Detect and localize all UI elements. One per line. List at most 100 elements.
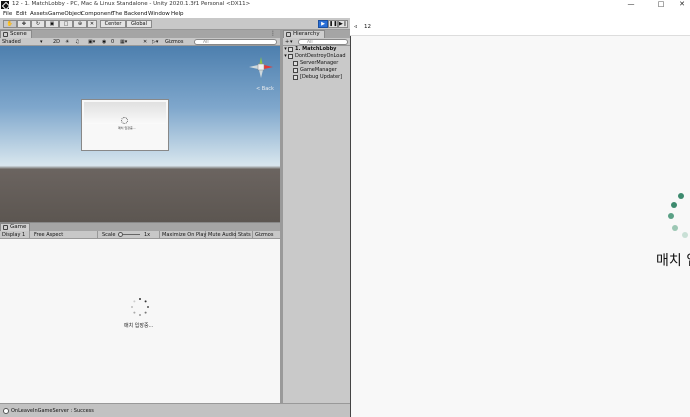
canvas-spinner-icon (121, 117, 128, 124)
menu-component[interactable]: Component (81, 10, 113, 18)
stats-toggle[interactable]: Stats (236, 231, 253, 239)
player-spinner-dot (671, 202, 677, 208)
hierarchy-icon (286, 32, 291, 37)
hidden-objects-icon[interactable]: ◉ (102, 38, 106, 46)
hierarchy-item-label: [Debug Updater] (300, 74, 343, 80)
menu-the-backend[interactable]: The Backend (112, 10, 148, 18)
transform-tool-button[interactable]: ⊕ (73, 20, 87, 28)
camera-icon[interactable]: ▷▾ (152, 38, 158, 46)
hierarchy-item-matchlobby[interactable]: ▾ 1. MatchLobby (283, 46, 350, 53)
pivot-global-button[interactable]: Global (126, 20, 152, 28)
hierarchy-item-servermanager[interactable]: ServerManager (283, 60, 350, 67)
hierarchy-item-dontdestroyonload[interactable]: ▾ DontDestroyOnLoad (283, 53, 350, 60)
player-spinner-dot (672, 225, 678, 231)
scene-icon (288, 47, 293, 52)
scene-viewport[interactable]: 매치 입장중... < Back (0, 46, 280, 222)
hierarchy-item-gamemanager[interactable]: GameManager (283, 67, 350, 74)
shading-mode-dropdown[interactable]: Shaded (2, 38, 21, 46)
info-icon (3, 408, 9, 414)
lighting-toggle-icon[interactable]: ☀ (65, 38, 69, 46)
status-message: OnLeaveInGameServer : Success (11, 408, 94, 414)
perspective-label[interactable]: < Back (256, 86, 274, 92)
status-bar[interactable]: OnLeaveInGameServer : Success (0, 403, 350, 417)
hierarchy-item-label: 1. MatchLobby (295, 46, 337, 52)
unity-logo-icon: ◃ (354, 23, 358, 30)
move-tool-button[interactable]: ✥ (17, 20, 31, 28)
grid-icon[interactable]: ▦▾ (120, 38, 127, 46)
pivot-center-button[interactable]: Center (100, 20, 126, 28)
menu-file[interactable]: File (3, 10, 12, 18)
hierarchy-item-label: DontDestroyOnLoad (295, 53, 346, 59)
close-button[interactable]: ✕ (676, 0, 688, 10)
game-viewport[interactable] (0, 239, 280, 403)
game-gizmos-dropdown[interactable]: Gizmos (253, 231, 280, 239)
hand-tool-button[interactable]: ✋ (3, 20, 17, 28)
game-spinner-icon (131, 298, 149, 316)
menu-window[interactable]: Window (148, 10, 170, 18)
hierarchy-item-label: GameManager (300, 67, 337, 73)
hierarchy-tab-strip: Hierarchy (283, 30, 350, 38)
hierarchy-item-label: ServerManager (300, 60, 339, 66)
gameobject-icon (293, 75, 298, 80)
audio-toggle-icon[interactable]: ♫ (75, 38, 79, 46)
tab-hierarchy-label: Hierarchy (293, 31, 320, 37)
tab-scene[interactable]: Scene (0, 30, 32, 38)
custom-tool-button[interactable]: ✕ (87, 20, 97, 28)
ui-canvas-preview[interactable]: 매치 입장중... (81, 99, 169, 151)
step-button[interactable]: ▶❙ (338, 20, 348, 28)
scene-icon (3, 32, 8, 37)
scene-gizmos-dropdown[interactable]: Gizmos (165, 38, 183, 46)
hierarchy-toolbar: + ▾ All (283, 38, 350, 46)
scene-search-input[interactable]: All (194, 39, 277, 45)
menu-edit[interactable]: Edit (16, 10, 27, 18)
chevron-down-icon: ▾ (40, 39, 43, 45)
tab-game-label: Game (10, 224, 27, 230)
maximize-on-play-toggle[interactable]: Maximize On Play (160, 231, 206, 239)
player-spinner-dot (682, 232, 688, 238)
window-title-bar: 12 - 1. MatchLobby - PC, Mac & Linux Sta… (0, 0, 690, 10)
player-window[interactable] (350, 18, 690, 417)
tab-game[interactable]: Game (0, 223, 30, 231)
display-dropdown[interactable]: Display 1 (0, 231, 30, 239)
hierarchy-panel: ▾ 1. MatchLobby ▾ DontDestroyOnLoad Serv… (283, 46, 350, 403)
main-toolbar: ✋ ✥ ↻ ▣ □ ⊕ ✕ Center Global (0, 18, 350, 30)
minimize-button[interactable]: — (625, 0, 637, 10)
mute-audio-toggle[interactable]: Mute Audio (206, 231, 236, 239)
scale-slider-handle[interactable] (118, 232, 123, 237)
gameobject-icon (293, 68, 298, 73)
game-icon (3, 225, 8, 230)
scale-value: 1x (142, 231, 160, 239)
maximize-button[interactable]: □ (655, 0, 667, 10)
rect-tool-button[interactable]: □ (59, 20, 73, 28)
rotate-tool-button[interactable]: ↻ (31, 20, 45, 28)
tab-hierarchy[interactable]: Hierarchy (283, 30, 325, 38)
2d-toggle[interactable]: 2D (53, 38, 60, 46)
game-toolbar: Display 1 Free Aspect Scale 1x Maximize … (0, 231, 280, 239)
player-spinner-dot (668, 213, 674, 219)
scene-toolbar: Shaded ▾ 2D ☀ ♫ ▣▾ ◉ 0 ▦▾ ✕ ▷▾ Gizmos Al… (0, 38, 280, 46)
scale-tool-button[interactable]: ▣ (45, 20, 59, 28)
hierarchy-search-input[interactable]: All (298, 39, 348, 45)
window-title: 12 - 1. MatchLobby - PC, Mac & Linux Sta… (12, 1, 251, 7)
panel-menu-icon[interactable]: ⋮ (270, 30, 276, 37)
unity-logo-icon (1, 1, 9, 9)
pause-button[interactable]: ❚❚ (328, 20, 338, 28)
chevron-down-icon: ▾ (290, 39, 293, 45)
scene-orientation-gizmo-icon[interactable] (246, 54, 276, 86)
scene-search-placeholder: All (203, 40, 209, 45)
layer-count: 0 (111, 39, 115, 45)
effects-dropdown-icon[interactable]: ▣▾ (88, 38, 95, 46)
menu-gameobject[interactable]: GameObject (48, 10, 82, 18)
hierarchy-item-debug-updater[interactable]: [Debug Updater] (283, 74, 350, 81)
menu-help[interactable]: Help (171, 10, 184, 18)
scene-tab-strip: Scene ⋮ (0, 30, 280, 38)
aspect-dropdown[interactable]: Free Aspect (32, 231, 98, 239)
player-title-bar: ◃ 12 (350, 18, 690, 36)
tools-icon[interactable]: ✕ (143, 38, 147, 46)
player-spinner-dot (678, 193, 684, 199)
player-loading-text: 매치 입 (656, 253, 690, 269)
play-button[interactable]: ▶ (318, 20, 328, 28)
hierarchy-add-button[interactable]: + (285, 38, 289, 46)
menu-assets[interactable]: Assets (30, 10, 48, 18)
scale-label: Scale (102, 232, 116, 238)
